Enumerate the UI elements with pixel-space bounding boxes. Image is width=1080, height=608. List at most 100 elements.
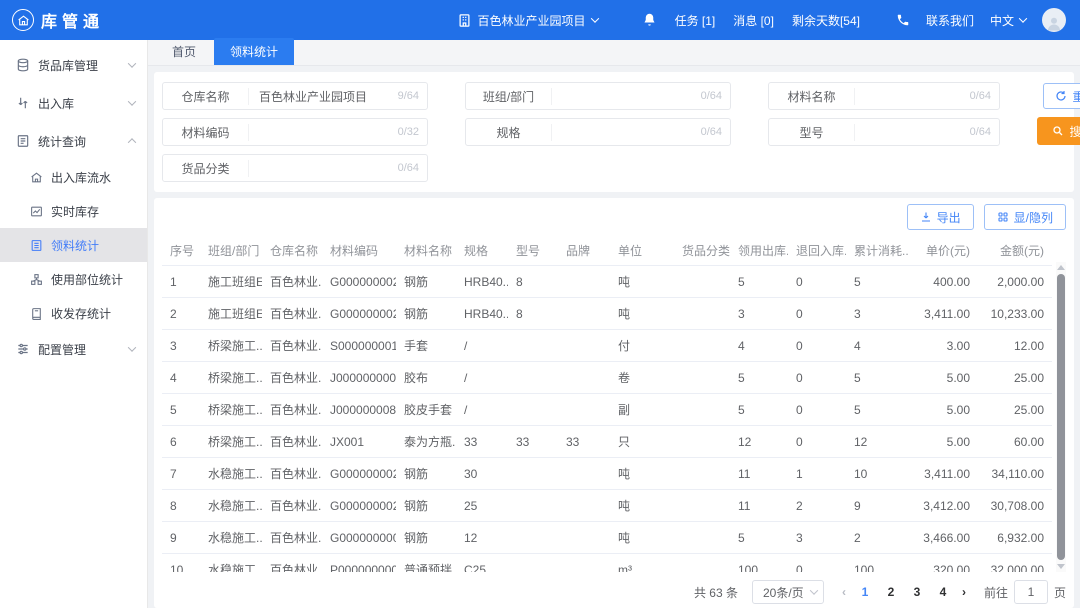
table-cell: 3.00 [908,330,978,362]
table-viewport: 序号班组/部门仓库名称材料编码材料名称规格型号品牌单位货品分类领用出库...退回… [162,236,1066,572]
project-switcher[interactable]: 百色林业产业园项目 [457,12,598,29]
phone-icon [896,13,910,27]
avatar[interactable] [1042,8,1066,32]
material-name-input[interactable] [855,89,970,103]
goods-category-input[interactable] [249,161,398,175]
team-department-input[interactable] [552,89,701,103]
table-cell: 0 [788,298,846,330]
table-cell: P0000000006 [322,554,396,573]
table-row: 7水稳施工...百色林业...G0000000024钢筋30吨111103,41… [162,458,1052,490]
chevron-down-icon [128,97,136,105]
table-cell: 0 [788,330,846,362]
page-numbers: ‹ 1 2 3 4 › [838,580,970,604]
goto-page-input[interactable] [1014,580,1048,604]
tasks-link[interactable]: 任务 [1] [675,12,716,29]
sidebar-item-statistics[interactable]: 统计查询 [0,122,147,160]
table-cell: 吨 [610,298,674,330]
sidebar-item-in-out[interactable]: 出入库 [0,84,147,122]
table-cell: 百色林业... [262,554,322,573]
char-counter: 0/64 [970,90,991,102]
messages-link[interactable]: 消息 [0] [733,12,774,29]
goto-page: 前往 页 [984,580,1066,604]
table-cell: G0000000023 [322,490,396,522]
vertical-scrollbar[interactable] [1056,262,1066,572]
search-button[interactable]: 搜索 [1037,117,1080,145]
table-cell: 1 [788,458,846,490]
scroll-up-icon[interactable] [1057,265,1065,270]
table-cell: 0 [788,266,846,298]
table-cell: 33 [508,426,558,458]
char-counter: 0/64 [970,126,991,138]
column-header: 退回入库... [788,236,846,266]
page-button-2[interactable]: 2 [880,580,902,604]
material-list-icon [30,239,43,252]
page-button-4[interactable]: 4 [932,580,954,604]
scrollbar-thumb[interactable] [1057,274,1065,560]
table-cell: 10,233.00 [978,298,1052,330]
language-label: 中文 [990,12,1014,29]
table-cell: 钢筋 [396,298,456,330]
table-cell: 6 [162,426,200,458]
page-size-select[interactable]: 20条/页 [752,580,824,604]
page-button-1[interactable]: 1 [854,580,876,604]
table-cell: 34,110.00 [978,458,1052,490]
table-cell: 4 [162,362,200,394]
table-cell: 6,932.00 [978,522,1052,554]
model-input[interactable] [855,125,970,139]
table-cell: 百色林业... [262,426,322,458]
column-header: 单价(元) [908,236,978,266]
toggle-columns-button[interactable]: 显/隐列 [984,204,1066,230]
sidebar-item-label: 实时库存 [51,203,137,220]
sidebar-item-config[interactable]: 配置管理 [0,330,147,368]
bell-icon[interactable] [642,12,657,28]
page-suffix: 页 [1054,584,1066,601]
scroll-down-icon[interactable] [1057,564,1065,569]
column-header: 材料名称 [396,236,456,266]
material-code-input[interactable] [249,125,398,139]
contact-link[interactable]: 联系我们 [926,12,974,29]
table-cell: 桥梁施工... [200,362,262,394]
table-cell: 胶皮手套 [396,394,456,426]
sidebar-item-realtime-stock[interactable]: 实时库存 [0,194,147,228]
tab-home[interactable]: 首页 [156,38,212,65]
table-cell: 5.00 [908,394,978,426]
table-cell: 钢筋 [396,266,456,298]
sidebar-item-material-stats[interactable]: 领料统计 [0,228,147,262]
nodes-icon [30,273,43,286]
table-cell [674,426,730,458]
stock-chart-icon [30,205,43,218]
char-counter: 0/64 [701,90,722,102]
sidebar-item-inout-flow[interactable]: 出入库流水 [0,160,147,194]
column-header: 材料编码 [322,236,396,266]
table-cell [508,522,558,554]
export-button[interactable]: 导出 [907,204,974,230]
prev-page-button[interactable]: ‹ [838,585,850,599]
page-size-value: 20条/页 [763,584,804,601]
sidebar-item-receive-send-stats[interactable]: 收发存统计 [0,296,147,330]
warehouse-name-input[interactable] [249,89,398,103]
column-header: 单位 [610,236,674,266]
char-counter: 0/64 [701,126,722,138]
goto-label: 前往 [984,584,1008,601]
language-switcher[interactable]: 中文 [990,12,1026,29]
table-cell [558,362,610,394]
in-out-icon [16,96,30,110]
next-page-button[interactable]: › [958,585,970,599]
total-count: 共 63 条 [694,584,738,601]
sidebar-item-goods-library[interactable]: 货品库管理 [0,46,147,84]
table-cell [558,330,610,362]
chevron-down-icon [1019,14,1027,22]
table-cell: 9 [846,490,908,522]
spec-input[interactable] [552,125,701,139]
tab-material-stats[interactable]: 领料统计 [214,38,294,65]
table-cell [674,554,730,573]
sidebar-item-usage-location-stats[interactable]: 使用部位统计 [0,262,147,296]
page-button-3[interactable]: 3 [906,580,928,604]
table-cell: 水稳施工... [200,554,262,573]
table-cell: 12 [456,522,508,554]
reset-button[interactable]: 重置 [1043,83,1080,109]
field-label: 材料编码 [163,124,249,141]
search-icon [1052,125,1064,137]
table-cell: 3 [846,298,908,330]
filter-material-name: 材料名称 0/64 [768,82,1000,110]
